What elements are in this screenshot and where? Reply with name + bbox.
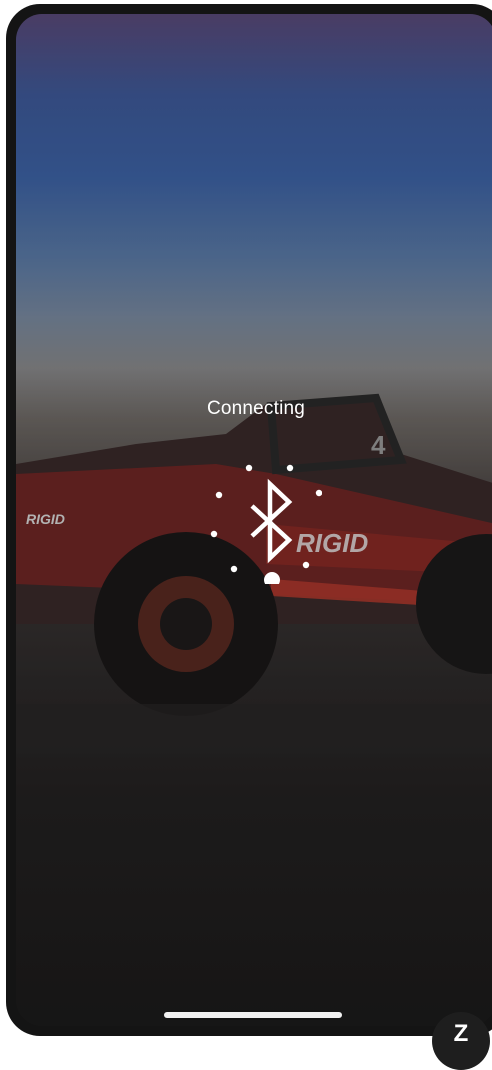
home-indicator[interactable] [164, 1012, 342, 1018]
phone-frame: 4 RIGID RIGID Connecting [6, 4, 492, 1036]
corner-badge-label: Z [453, 1020, 469, 1047]
connecting-spinner [210, 464, 322, 584]
connecting-status-text: Connecting [206, 398, 306, 419]
background-photo: 4 RIGID RIGID Connecting [16, 14, 492, 1026]
bluetooth-icon [250, 478, 293, 564]
corner-badge: Z [432, 1012, 490, 1070]
